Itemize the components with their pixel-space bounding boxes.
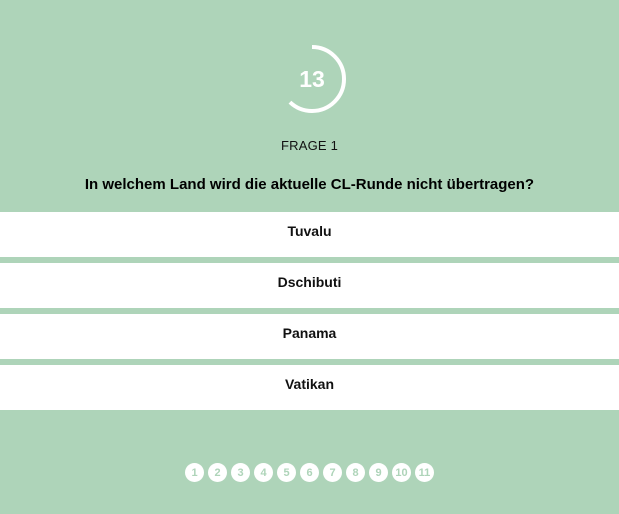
answer-option-tuvalu[interactable]: Tuvalu xyxy=(0,212,619,257)
answer-option-panama[interactable]: Panama xyxy=(0,314,619,359)
page-dot-11[interactable]: 11 xyxy=(415,463,434,482)
question-text: In welchem Land wird die aktuelle CL-Run… xyxy=(84,176,535,193)
page-dot-8[interactable]: 8 xyxy=(346,463,365,482)
answer-option-dschibuti[interactable]: Dschibuti xyxy=(0,263,619,308)
page-dot-2[interactable]: 2 xyxy=(208,463,227,482)
page-dot-10[interactable]: 10 xyxy=(392,463,411,482)
countdown-timer: 13 xyxy=(276,43,348,115)
page-dot-1[interactable]: 1 xyxy=(185,463,204,482)
question-pager: 1 2 3 4 5 6 7 8 9 10 11 xyxy=(0,463,619,482)
page-dot-9[interactable]: 9 xyxy=(369,463,388,482)
page-dot-7[interactable]: 7 xyxy=(323,463,342,482)
page-dot-6[interactable]: 6 xyxy=(300,463,319,482)
question-number-label: FRAGE 1 xyxy=(280,138,339,153)
page-dot-4[interactable]: 4 xyxy=(254,463,273,482)
answer-list: Tuvalu Dschibuti Panama Vatikan xyxy=(0,212,619,410)
timer-seconds: 13 xyxy=(299,66,325,92)
page-dot-5[interactable]: 5 xyxy=(277,463,296,482)
page-dot-3[interactable]: 3 xyxy=(231,463,250,482)
answer-option-vatikan[interactable]: Vatikan xyxy=(0,365,619,410)
